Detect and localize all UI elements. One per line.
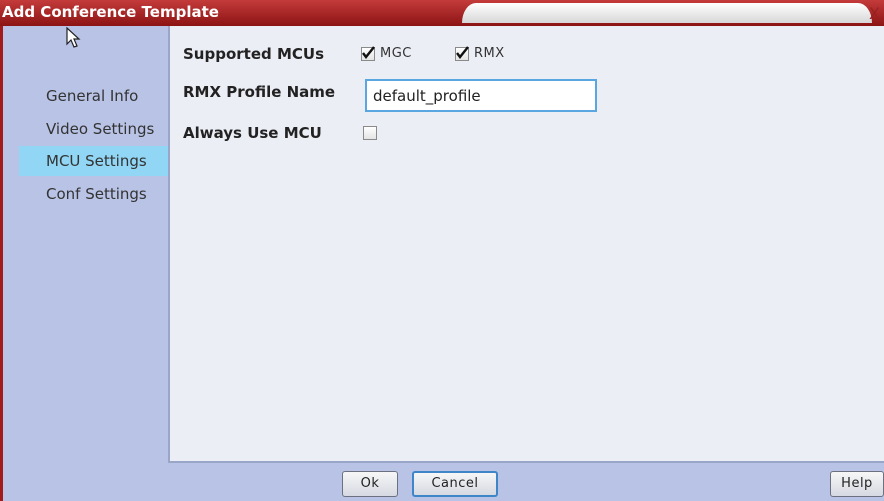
check-icon [456, 46, 469, 59]
rmx-checkbox[interactable] [455, 46, 469, 61]
mcu-settings-panel: Supported MCUs MGC RMX RMX Profile Name … [168, 26, 884, 463]
always-use-mcu-checkbox[interactable] [363, 126, 377, 140]
supported-mcus-label: Supported MCUs [183, 45, 325, 63]
nav-item-general-info[interactable]: General Info [19, 81, 168, 111]
window-title: Add Conference Template [2, 3, 219, 21]
add-conference-template-dialog: Add Conference Template X General Info V… [0, 0, 884, 501]
title-bar-tab [462, 3, 872, 23]
rmx-label: RMX [474, 46, 505, 61]
mouse-pointer-icon [66, 27, 81, 48]
close-icon[interactable]: X [869, 4, 884, 23]
mgc-label: MGC [380, 46, 412, 61]
nav-item-label: Conf Settings [46, 185, 147, 203]
nav-item-conf-settings[interactable]: Conf Settings [19, 179, 168, 209]
mgc-checkbox[interactable] [361, 46, 375, 61]
nav-item-label: MCU Settings [46, 152, 147, 170]
rmx-profile-name-input[interactable] [365, 79, 597, 112]
ok-button[interactable]: Ok [342, 471, 398, 497]
settings-nav: General Info Video Settings MCU Settings… [3, 26, 168, 463]
help-button[interactable]: Help [830, 471, 884, 497]
check-icon [362, 46, 375, 59]
cancel-button[interactable]: Cancel [412, 471, 498, 497]
nav-item-label: General Info [46, 87, 139, 105]
nav-item-video-settings[interactable]: Video Settings [19, 114, 168, 144]
nav-item-mcu-settings[interactable]: MCU Settings [19, 146, 168, 176]
nav-item-label: Video Settings [46, 120, 155, 138]
always-use-mcu-label: Always Use MCU [183, 124, 322, 142]
title-bar[interactable]: Add Conference Template X [0, 0, 884, 26]
rmx-profile-name-label: RMX Profile Name [183, 83, 336, 101]
dialog-footer: Ok Cancel Help [3, 463, 884, 501]
